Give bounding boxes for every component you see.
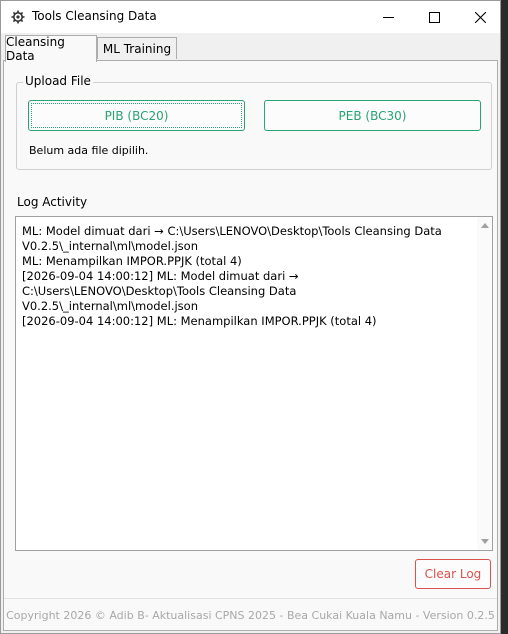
peb-button-label: PEB (BC30) (338, 108, 407, 123)
footer-divider (4, 598, 497, 599)
log-content: ML: Model dimuat dari → C:\Users\LENOVO\… (22, 224, 470, 329)
tab-bar: Cleansing Data ML Training (3, 35, 498, 63)
upload-file-label: Upload File (23, 74, 93, 88)
tab-panel-cleansing-data: Upload File PIB (BC20) PEB (BC30) Belum … (3, 60, 498, 631)
scroll-up-arrow-icon[interactable] (481, 223, 489, 228)
scroll-down-arrow-icon[interactable] (481, 539, 489, 544)
clear-log-button[interactable]: Clear Log (415, 559, 491, 589)
log-textarea[interactable]: ML: Model dimuat dari → C:\Users\LENOVO\… (15, 216, 493, 551)
tab-label: ML Training (102, 41, 172, 56)
peb-upload-button[interactable]: PEB (BC30) (264, 100, 481, 131)
pib-button-label: PIB (BC20) (104, 108, 169, 123)
title-bar[interactable]: Tools Cleansing Data (1, 1, 500, 33)
footer-copyright: Copyright 2026 © Adib B- Aktualisasi CPN… (6, 609, 495, 622)
tab-ml-training[interactable]: ML Training (97, 37, 177, 59)
close-button[interactable] (460, 1, 500, 33)
log-activity-label: Log Activity (17, 195, 88, 209)
log-scrollbar[interactable] (477, 217, 492, 550)
clear-log-label: Clear Log (424, 567, 482, 581)
log-line: ML: Model dimuat dari → C:\Users\LENOVO\… (22, 224, 442, 253)
pib-upload-button[interactable]: PIB (BC20) (28, 100, 245, 131)
upload-file-group: Upload File PIB (BC20) PEB (BC30) Belum … (16, 74, 492, 170)
tab-cleansing-data[interactable]: Cleansing Data (5, 35, 97, 63)
minimize-button[interactable] (368, 1, 408, 33)
log-line: ML: Menampilkan IMPOR.PPJK (total 4) (22, 254, 242, 268)
minimize-icon (382, 16, 394, 18)
maximize-icon (428, 11, 440, 23)
background-window-edge (501, 0, 508, 634)
window-title: Tools Cleansing Data (32, 9, 157, 23)
tab-label: Cleansing Data (6, 35, 65, 63)
maximize-button[interactable] (414, 1, 454, 33)
log-line: [2026-09-04 14:00:12] ML: Menampilkan IM… (22, 314, 377, 328)
file-status-text: Belum ada file dipilih. (29, 144, 149, 157)
app-window: Tools Cleansing Data Cleansing Data ML T… (0, 0, 501, 634)
gear-app-icon (11, 10, 25, 24)
close-icon (474, 11, 486, 23)
log-line: [2026-09-04 14:00:12] ML: Model dimuat d… (22, 269, 299, 313)
